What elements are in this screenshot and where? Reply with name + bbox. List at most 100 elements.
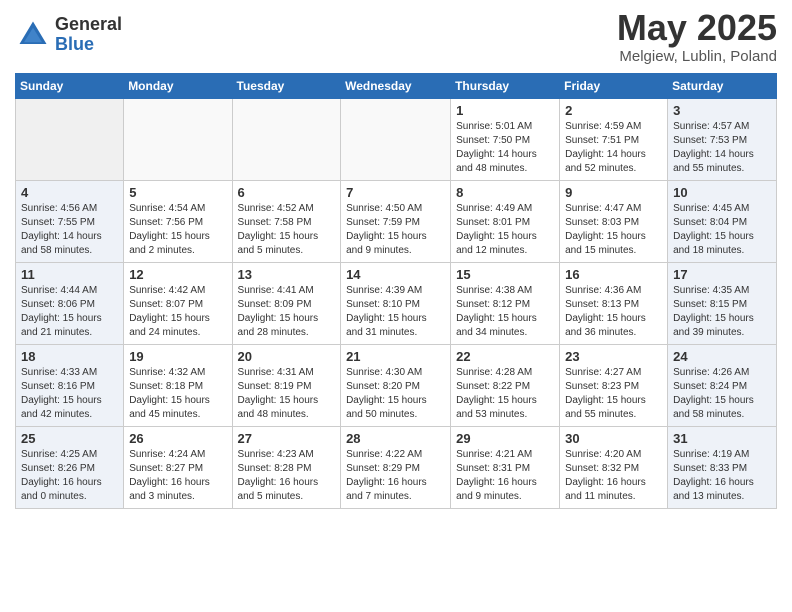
calendar-table: SundayMondayTuesdayWednesdayThursdayFrid…	[15, 73, 777, 509]
calendar-cell: 21 Sunrise: 4:30 AMSunset: 8:20 PMDayligh…	[341, 345, 451, 427]
calendar-cell: 26Sunrise: 4:24 AMSunset: 8:27 PMDayligh…	[124, 427, 232, 509]
col-header-wednesday: Wednesday	[341, 74, 451, 99]
day-info: Sunrise: 4:52 AMSunset: 7:58 PMDaylight:…	[238, 202, 336, 258]
day-number: 10	[673, 185, 771, 200]
week-row-3: 11 Sunrise: 4:44 AMSunset: 8:06 PMDayligh…	[16, 263, 777, 345]
day-info: Sunrise: 4:56 AMSunset: 7:55 PMDaylight:…	[21, 202, 118, 258]
day-number: 30	[565, 431, 662, 446]
calendar-cell: 1 Sunrise: 5:01 AMSunset: 7:50 PMDaylight…	[451, 99, 560, 181]
day-number: 4	[21, 185, 118, 200]
day-number: 1	[456, 103, 554, 118]
week-row-4: 18 Sunrise: 4:33 AMSunset: 8:16 PMDayligh…	[16, 345, 777, 427]
logo: General Blue	[15, 15, 122, 55]
day-info: Sunrise: 5:01 AMSunset: 7:50 PMDaylight:…	[456, 120, 554, 176]
calendar-cell: 12 Sunrise: 4:42 AMSunset: 8:07 PMDayligh…	[124, 263, 232, 345]
day-number: 9	[565, 185, 662, 200]
calendar-cell: 20 Sunrise: 4:31 AMSunset: 8:19 PMDayligh…	[232, 345, 341, 427]
day-info: Sunrise: 4:21 AMSunset: 8:31 PMDaylight:…	[456, 448, 554, 504]
col-header-monday: Monday	[124, 74, 232, 99]
calendar-cell: 9 Sunrise: 4:47 AMSunset: 8:03 PMDaylight…	[560, 181, 668, 263]
calendar-cell: 14 Sunrise: 4:39 AMSunset: 8:10 PMDayligh…	[341, 263, 451, 345]
day-number: 18	[21, 349, 118, 364]
day-number: 31	[673, 431, 771, 446]
calendar-cell: 19 Sunrise: 4:32 AMSunset: 8:18 PMDayligh…	[124, 345, 232, 427]
week-row-5: 25Sunrise: 4:25 AMSunset: 8:26 PMDayligh…	[16, 427, 777, 509]
col-header-tuesday: Tuesday	[232, 74, 341, 99]
col-header-sunday: Sunday	[16, 74, 124, 99]
calendar-cell: 4 Sunrise: 4:56 AMSunset: 7:55 PMDaylight…	[16, 181, 124, 263]
day-number: 17	[673, 267, 771, 282]
day-info: Sunrise: 4:19 AMSunset: 8:33 PMDaylight:…	[673, 448, 771, 504]
col-header-friday: Friday	[560, 74, 668, 99]
calendar-cell: 31 Sunrise: 4:19 AMSunset: 8:33 PMDayligh…	[668, 427, 777, 509]
month-title: May 2025	[617, 10, 777, 46]
day-number: 2	[565, 103, 662, 118]
day-number: 14	[346, 267, 445, 282]
calendar-cell: 28 Sunrise: 4:22 AMSunset: 8:29 PMDayligh…	[341, 427, 451, 509]
calendar-cell	[16, 99, 124, 181]
day-info: Sunrise: 4:57 AMSunset: 7:53 PMDaylight:…	[673, 120, 771, 176]
day-info: Sunrise: 4:49 AMSunset: 8:01 PMDaylight:…	[456, 202, 554, 258]
calendar-cell: 7 Sunrise: 4:50 AMSunset: 7:59 PMDaylight…	[341, 181, 451, 263]
calendar-cell: 5Sunrise: 4:54 AMSunset: 7:56 PMDaylight…	[124, 181, 232, 263]
calendar-cell: 2 Sunrise: 4:59 AMSunset: 7:51 PMDaylight…	[560, 99, 668, 181]
day-info: Sunrise: 4:44 AMSunset: 8:06 PMDaylight:…	[21, 284, 118, 340]
calendar-cell	[232, 99, 341, 181]
day-info: Sunrise: 4:31 AMSunset: 8:19 PMDaylight:…	[238, 366, 336, 422]
day-number: 26	[129, 431, 226, 446]
location: Melgiew, Lublin, Poland	[617, 48, 777, 65]
calendar-cell: 27Sunrise: 4:23 AMSunset: 8:28 PMDayligh…	[232, 427, 341, 509]
page-header: General Blue May 2025 Melgiew, Lublin, P…	[15, 10, 777, 65]
col-header-thursday: Thursday	[451, 74, 560, 99]
day-number: 13	[238, 267, 336, 282]
day-number: 21	[346, 349, 445, 364]
week-row-1: 1 Sunrise: 5:01 AMSunset: 7:50 PMDaylight…	[16, 99, 777, 181]
calendar-cell: 24Sunrise: 4:26 AMSunset: 8:24 PMDayligh…	[668, 345, 777, 427]
calendar-cell: 6Sunrise: 4:52 AMSunset: 7:58 PMDaylight…	[232, 181, 341, 263]
day-info: Sunrise: 4:26 AMSunset: 8:24 PMDaylight:…	[673, 366, 771, 422]
day-info: Sunrise: 4:35 AMSunset: 8:15 PMDaylight:…	[673, 284, 771, 340]
day-info: Sunrise: 4:28 AMSunset: 8:22 PMDaylight:…	[456, 366, 554, 422]
day-number: 25	[21, 431, 118, 446]
day-number: 11	[21, 267, 118, 282]
day-info: Sunrise: 4:22 AMSunset: 8:29 PMDaylight:…	[346, 448, 445, 504]
calendar-cell: 3 Sunrise: 4:57 AMSunset: 7:53 PMDaylight…	[668, 99, 777, 181]
day-number: 28	[346, 431, 445, 446]
calendar-cell: 22Sunrise: 4:28 AMSunset: 8:22 PMDayligh…	[451, 345, 560, 427]
day-number: 15	[456, 267, 554, 282]
calendar-cell	[341, 99, 451, 181]
day-number: 7	[346, 185, 445, 200]
day-info: Sunrise: 4:30 AMSunset: 8:20 PMDaylight:…	[346, 366, 445, 422]
day-info: Sunrise: 4:23 AMSunset: 8:28 PMDaylight:…	[238, 448, 336, 504]
day-info: Sunrise: 4:45 AMSunset: 8:04 PMDaylight:…	[673, 202, 771, 258]
calendar-cell: 16 Sunrise: 4:36 AMSunset: 8:13 PMDayligh…	[560, 263, 668, 345]
day-number: 20	[238, 349, 336, 364]
day-info: Sunrise: 4:36 AMSunset: 8:13 PMDaylight:…	[565, 284, 662, 340]
day-info: Sunrise: 4:47 AMSunset: 8:03 PMDaylight:…	[565, 202, 662, 258]
day-number: 23	[565, 349, 662, 364]
calendar-cell: 18 Sunrise: 4:33 AMSunset: 8:16 PMDayligh…	[16, 345, 124, 427]
calendar-cell: 8 Sunrise: 4:49 AMSunset: 8:01 PMDaylight…	[451, 181, 560, 263]
logo-general: General	[55, 15, 122, 35]
header-row: SundayMondayTuesdayWednesdayThursdayFrid…	[16, 74, 777, 99]
day-info: Sunrise: 4:38 AMSunset: 8:12 PMDaylight:…	[456, 284, 554, 340]
day-number: 19	[129, 349, 226, 364]
day-number: 3	[673, 103, 771, 118]
day-number: 29	[456, 431, 554, 446]
day-number: 8	[456, 185, 554, 200]
calendar-cell: 17 Sunrise: 4:35 AMSunset: 8:15 PMDayligh…	[668, 263, 777, 345]
day-info: Sunrise: 4:42 AMSunset: 8:07 PMDaylight:…	[129, 284, 226, 340]
day-info: Sunrise: 4:59 AMSunset: 7:51 PMDaylight:…	[565, 120, 662, 176]
day-info: Sunrise: 4:20 AMSunset: 8:32 PMDaylight:…	[565, 448, 662, 504]
day-info: Sunrise: 4:50 AMSunset: 7:59 PMDaylight:…	[346, 202, 445, 258]
day-info: Sunrise: 4:33 AMSunset: 8:16 PMDaylight:…	[21, 366, 118, 422]
day-number: 16	[565, 267, 662, 282]
day-number: 12	[129, 267, 226, 282]
day-info: Sunrise: 4:32 AMSunset: 8:18 PMDaylight:…	[129, 366, 226, 422]
calendar-cell: 23Sunrise: 4:27 AMSunset: 8:23 PMDayligh…	[560, 345, 668, 427]
day-info: Sunrise: 4:39 AMSunset: 8:10 PMDaylight:…	[346, 284, 445, 340]
week-row-2: 4 Sunrise: 4:56 AMSunset: 7:55 PMDaylight…	[16, 181, 777, 263]
logo-text: General Blue	[55, 15, 122, 55]
calendar-cell: 29 Sunrise: 4:21 AMSunset: 8:31 PMDayligh…	[451, 427, 560, 509]
day-number: 5	[129, 185, 226, 200]
